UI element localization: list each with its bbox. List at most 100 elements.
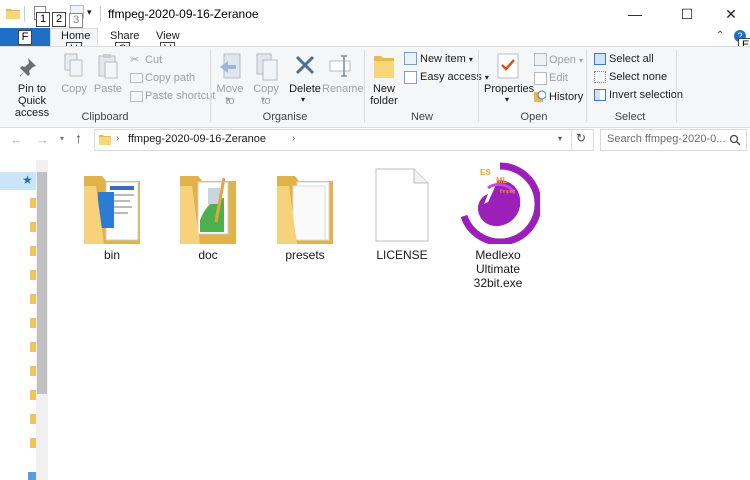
nav-cloud-icon[interactable] <box>28 472 36 480</box>
minimize-button[interactable]: — <box>612 0 658 28</box>
select-group-label: Select <box>614 111 646 123</box>
search-box[interactable]: Search ffmpeg-2020-0... <box>600 129 747 151</box>
select-none-button[interactable]: Select none <box>609 71 667 83</box>
copy-button[interactable]: Copy <box>58 83 90 95</box>
tab-share[interactable]: Share <box>110 30 139 42</box>
file-name: LICENSE <box>376 248 428 262</box>
address-separator <box>571 130 572 150</box>
logo-text-ml: ML <box>496 176 508 185</box>
tab-home-label: Home <box>61 30 91 42</box>
medlexo-logo-icon <box>460 162 540 244</box>
delete-icon <box>295 55 315 75</box>
breadcrumb-chevron-icon[interactable]: › <box>116 133 119 144</box>
search-placeholder: Search ffmpeg-2020-0... <box>607 133 726 145</box>
address-dropdown-chevron-icon[interactable]: ▾ <box>558 134 562 143</box>
file-icon <box>375 168 429 242</box>
delete-button[interactable]: Delete <box>288 83 322 95</box>
invert-selection-button[interactable]: Invert selection <box>609 89 683 101</box>
history-icon <box>534 90 546 102</box>
easy-access-icon <box>404 71 417 84</box>
open-group-label: Open <box>520 111 548 123</box>
edit-button[interactable]: Edit <box>549 72 568 84</box>
logo-text-es: ES <box>480 168 491 177</box>
copy-to-button[interactable]: Copy to <box>250 83 282 107</box>
folder-icon <box>84 176 140 244</box>
properties-icon <box>497 53 519 79</box>
collapse-ribbon-chevron-icon[interactable]: ⌃ <box>716 30 724 41</box>
file-item-medlexo-exe[interactable]: ES ML ffmpeg Medlexo Ultimate 32bit.exe <box>458 162 540 292</box>
title-separator <box>100 6 101 22</box>
new-item-label: New item <box>420 53 466 65</box>
rename-button[interactable]: Rename <box>322 83 364 95</box>
recent-locations-chevron-icon[interactable]: ▾ <box>60 134 64 143</box>
properties-button[interactable]: Properties <box>484 83 534 95</box>
new-group-label: New <box>410 111 433 123</box>
folder-icon <box>277 176 333 244</box>
paste-shortcut-icon <box>130 91 143 102</box>
easy-access-label: Easy access <box>420 71 482 83</box>
history-button[interactable]: History <box>549 91 583 103</box>
title-bar: 1 2 3 ▾ ffmpeg-2020-09-16-Zeranoe — ☐ ✕ <box>0 0 750 28</box>
new-item-icon <box>404 52 417 65</box>
invert-selection-icon <box>594 89 606 101</box>
organise-group-label: Organise <box>262 111 308 123</box>
back-button[interactable]: ← <box>10 132 23 147</box>
search-icon <box>729 134 741 146</box>
paste-button[interactable]: Paste <box>92 83 124 95</box>
customize-qat-chevron-icon[interactable]: ▾ <box>87 7 92 18</box>
forward-button[interactable]: → <box>36 132 49 147</box>
refresh-icon[interactable]: ↻ <box>576 131 586 145</box>
select-all-button[interactable]: Select all <box>609 53 654 65</box>
address-bar[interactable]: › ffmpeg-2020-09-16-Zeranoe › ▾ ↻ <box>94 129 594 151</box>
file-name: Medlexo Ultimate 32bit.exe <box>473 248 523 290</box>
new-item-button[interactable]: New item ▾ <box>420 53 473 65</box>
breadcrumb-chevron-icon[interactable]: › <box>292 133 295 144</box>
select-none-icon <box>594 71 606 83</box>
maximize-button[interactable]: ☐ <box>664 0 710 28</box>
keytip-file: F <box>17 29 33 45</box>
file-item-license[interactable]: LICENSE <box>362 168 442 278</box>
keytip-qat3: 3 <box>69 13 84 28</box>
copy-to-icon <box>256 53 278 81</box>
copy-path-button[interactable]: Copy path <box>145 72 195 84</box>
new-item-chevron-icon: ▾ <box>468 55 473 64</box>
tab-file[interactable]: F <box>0 28 50 46</box>
logo-text-ffmpeg: ffmpeg <box>500 189 516 195</box>
file-name: presets <box>285 248 325 262</box>
open-label: Open <box>549 54 576 66</box>
close-button[interactable]: ✕ <box>708 0 750 28</box>
move-to-chevron-icon: ▾ <box>226 95 231 104</box>
pin-icon <box>20 58 36 77</box>
breadcrumb-current[interactable]: ffmpeg-2020-09-16-Zeranoe <box>128 133 266 145</box>
group-separator <box>676 50 677 122</box>
keytip-qat1: 1 <box>36 12 51 27</box>
move-to-icon <box>220 53 241 79</box>
file-item-bin[interactable]: bin <box>72 168 152 278</box>
new-folder-button[interactable]: New folder <box>366 83 402 107</box>
quick-access-star-icon: ★ <box>22 173 33 187</box>
navigation-pane: ★ <box>0 160 36 480</box>
file-name: bin <box>103 248 120 262</box>
window-title: ffmpeg-2020-09-16-Zeranoe <box>108 7 259 21</box>
nav-scrollbar-thumb[interactable] <box>37 172 47 394</box>
easy-access-chevron-icon: ▾ <box>484 73 489 82</box>
qat-separator <box>24 6 25 22</box>
copy-path-icon <box>130 73 143 83</box>
new-folder-icon <box>374 56 394 78</box>
paste-icon <box>98 54 118 79</box>
group-separator <box>364 50 365 122</box>
cut-button[interactable]: Cut <box>145 54 162 66</box>
tab-view[interactable]: View <box>156 30 180 42</box>
open-chevron-icon: ▾ <box>578 56 583 65</box>
delete-chevron-icon: ▾ <box>301 95 306 104</box>
file-item-doc[interactable]: doc <box>168 168 248 278</box>
up-button[interactable]: ↑ <box>75 130 82 146</box>
clipboard-group-label: Clipboard <box>81 111 129 123</box>
open-button[interactable]: Open ▾ <box>549 54 583 66</box>
pin-to-quick-access-button[interactable]: Pin to Quick access <box>4 83 60 119</box>
group-separator <box>210 50 211 122</box>
paste-shortcut-button[interactable]: Paste shortcut <box>145 90 215 102</box>
file-item-presets[interactable]: presets <box>265 168 345 278</box>
group-separator <box>478 50 479 122</box>
folder-icon <box>99 135 111 145</box>
